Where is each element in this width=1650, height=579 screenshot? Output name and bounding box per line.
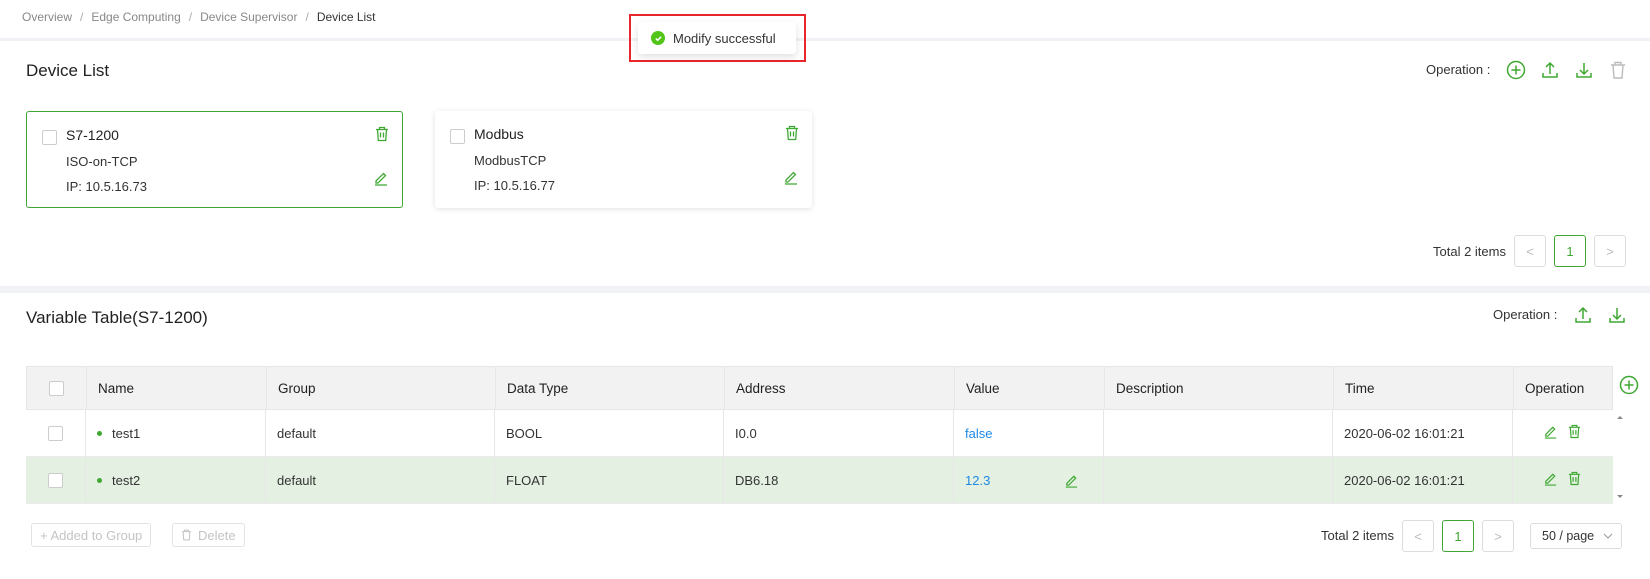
device-ip: IP: 10.5.16.77 — [474, 178, 555, 193]
edit-value-icon[interactable] — [1064, 473, 1079, 488]
cell-operation — [1513, 410, 1613, 456]
download-icon[interactable] — [1606, 304, 1628, 326]
page-size-select[interactable]: 50 / page — [1530, 523, 1622, 549]
column-header-operation: Operation — [1525, 380, 1585, 396]
row-checkbox[interactable] — [48, 425, 63, 441]
breadcrumb: Overview / Edge Computing / Device Super… — [22, 10, 376, 24]
page-number-button[interactable]: 1 — [1442, 520, 1474, 552]
device-list-panel: Device List Operation : S7-1200 ISO-on-T… — [0, 41, 1650, 286]
variable-name: test2 — [112, 472, 141, 488]
edit-icon[interactable] — [1543, 424, 1558, 442]
cell-description — [1104, 410, 1333, 456]
page-number-button[interactable]: 1 — [1554, 235, 1586, 267]
device-card[interactable]: S7-1200 ISO-on-TCP IP: 10.5.16.73 — [26, 111, 403, 208]
device-checkbox[interactable] — [450, 129, 465, 144]
breadcrumb-separator: / — [80, 10, 84, 24]
status-dot — [97, 430, 102, 436]
cell-value[interactable]: false — [954, 410, 1104, 456]
device-list-title: Device List — [26, 61, 110, 80]
device-protocol: ISO-on-TCP — [66, 154, 138, 169]
cell-address: I0.0 — [724, 410, 954, 456]
breadcrumb-separator: / — [305, 10, 309, 24]
download-icon[interactable] — [1573, 59, 1595, 81]
column-header-data-type[interactable]: Data Type — [496, 367, 725, 409]
column-header-address[interactable]: Address — [725, 367, 955, 409]
column-header-group[interactable]: Group — [267, 367, 496, 409]
device-checkbox[interactable] — [42, 130, 57, 145]
toast-message: Modify successful — [673, 30, 776, 46]
device-operation-label: Operation : — [1426, 62, 1491, 77]
cell-group: default — [266, 457, 495, 503]
cell-value: 12.3 — [954, 457, 1104, 503]
table-scrollbar[interactable] — [1613, 410, 1627, 504]
trash-icon[interactable] — [1568, 424, 1581, 442]
device-pagination-total: Total 2 items — [1433, 244, 1506, 259]
success-toast: Modify successful — [638, 22, 796, 54]
edit-icon[interactable] — [1543, 471, 1558, 489]
add-device-icon[interactable] — [1505, 59, 1527, 81]
delete-button[interactable]: Delete — [172, 523, 245, 547]
edit-device-icon[interactable] — [783, 169, 799, 190]
variable-table-panel: Variable Table(S7-1200) Operation : Name… — [0, 293, 1650, 579]
table-row[interactable]: test2 default FLOAT DB6.18 12.3 2020-06-… — [26, 457, 1613, 504]
cell-name: test1 — [86, 410, 266, 456]
check-circle-icon — [651, 31, 665, 45]
next-page-button[interactable]: > — [1482, 520, 1514, 552]
cell-time: 2020-06-02 16:01:21 — [1333, 457, 1513, 503]
column-header-value[interactable]: Value — [955, 367, 1105, 409]
breadcrumb-device-supervisor[interactable]: Device Supervisor — [200, 10, 297, 24]
variable-value[interactable]: 12.3 — [965, 473, 990, 488]
column-header-description[interactable]: Description — [1105, 367, 1334, 409]
variable-pagination-total: Total 2 items — [1321, 528, 1394, 543]
next-page-button[interactable]: > — [1594, 235, 1626, 267]
trash-icon[interactable] — [1607, 59, 1629, 81]
device-name: S7-1200 — [66, 127, 119, 143]
delete-device-icon[interactable] — [785, 125, 799, 146]
edit-device-icon[interactable] — [373, 170, 389, 191]
device-protocol: ModbusTCP — [474, 153, 547, 168]
trash-icon[interactable] — [1568, 471, 1581, 489]
cell-data-type: BOOL — [495, 410, 724, 456]
upload-icon[interactable] — [1572, 304, 1594, 326]
cell-group: default — [266, 410, 495, 456]
device-ip: IP: 10.5.16.73 — [66, 179, 147, 194]
top-bar: Overview / Edge Computing / Device Super… — [0, 0, 1650, 38]
cell-description — [1104, 457, 1333, 503]
cell-data-type: FLOAT — [495, 457, 724, 503]
variable-operation-label: Operation : — [1493, 307, 1558, 322]
device-name: Modbus — [474, 126, 524, 142]
cell-time: 2020-06-02 16:01:21 — [1333, 410, 1513, 456]
select-all-checkbox[interactable] — [49, 380, 64, 396]
cell-operation — [1513, 457, 1613, 503]
delete-button-label: Delete — [198, 527, 236, 543]
column-header-name[interactable]: Name — [87, 367, 267, 409]
breadcrumb-device-list: Device List — [316, 10, 376, 24]
row-checkbox[interactable] — [48, 472, 63, 488]
upload-icon[interactable] — [1539, 59, 1561, 81]
cell-address: DB6.18 — [724, 457, 954, 503]
page-size-value: 50 / page — [1542, 529, 1595, 543]
table-row[interactable]: test1 default BOOL I0.0 false 2020-06-02… — [26, 410, 1613, 457]
variable-name: test1 — [112, 425, 141, 441]
cell-name: test2 — [86, 457, 266, 503]
add-to-group-button[interactable]: + Added to Group — [31, 523, 152, 547]
select-all-cell — [27, 367, 87, 409]
prev-page-button[interactable]: < — [1514, 235, 1546, 267]
delete-device-icon[interactable] — [375, 126, 389, 147]
chevron-down-icon — [1603, 533, 1613, 539]
breadcrumb-overview[interactable]: Overview — [22, 10, 72, 24]
row-checkbox-cell — [26, 457, 86, 503]
row-checkbox-cell — [26, 410, 86, 456]
variable-table-title: Variable Table(S7-1200) — [26, 308, 208, 327]
prev-page-button[interactable]: < — [1402, 520, 1434, 552]
table-header: Name Group Data Type Address Value Descr… — [26, 366, 1613, 410]
status-dot — [97, 477, 102, 483]
add-variable-icon[interactable] — [1618, 374, 1640, 396]
toast-highlight-frame: Modify successful — [629, 14, 806, 62]
breadcrumb-edge-computing[interactable]: Edge Computing — [91, 10, 180, 24]
device-card[interactable]: Modbus ModbusTCP IP: 10.5.16.77 — [435, 111, 812, 208]
breadcrumb-separator: / — [188, 10, 193, 24]
column-header-time[interactable]: Time — [1334, 367, 1514, 409]
